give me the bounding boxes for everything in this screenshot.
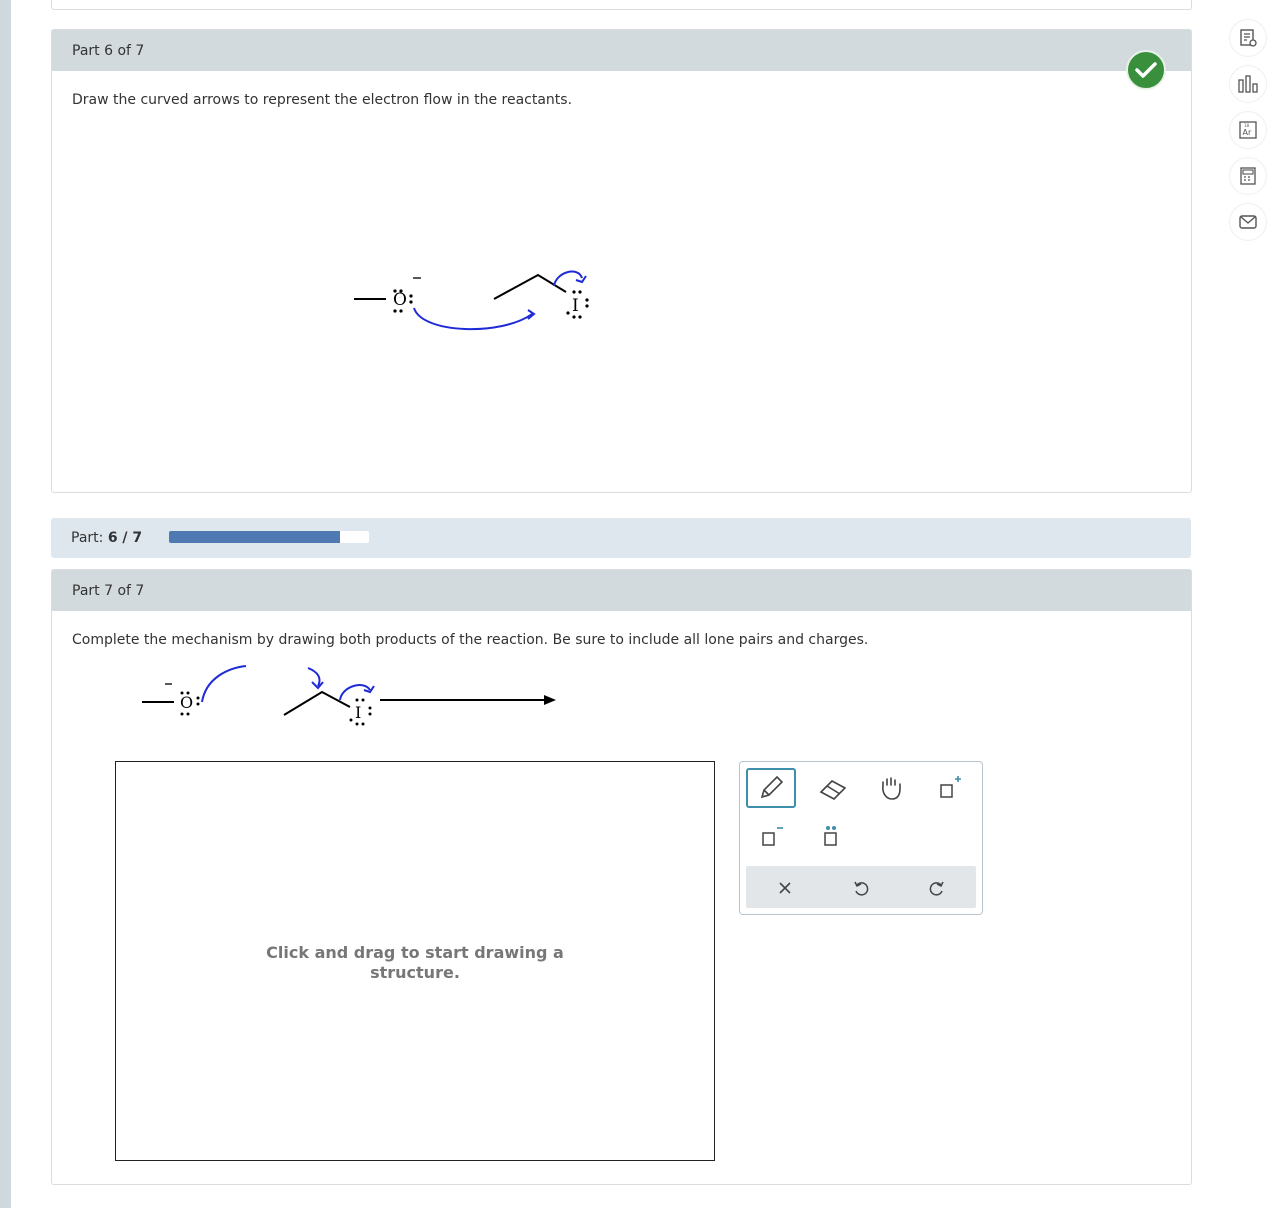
clear-icon — [779, 882, 791, 894]
explanation-button[interactable] — [1230, 20, 1266, 56]
svg-text:18: 18 — [1244, 123, 1250, 128]
part7-reaction-scheme: O I — [142, 665, 556, 726]
drawing-toolbar — [739, 761, 983, 915]
progress-fill — [169, 531, 341, 543]
pencil-icon — [760, 775, 784, 799]
part7-header: Part 7 of 7 — [52, 570, 1191, 611]
lone-pair-tool[interactable] — [806, 816, 856, 856]
curved-arrow-o-partial — [201, 665, 247, 703]
oxygen-atom: O — [393, 290, 407, 310]
periodic-table-button[interactable]: Ar 18 — [1230, 112, 1266, 148]
correct-check-icon — [1126, 50, 1166, 90]
progress-label: Part: 6 / 7 — [71, 530, 142, 546]
svg-text:Ar: Ar — [1243, 128, 1252, 137]
eraser-icon — [819, 780, 847, 800]
calculator-icon — [1240, 167, 1256, 185]
explanation-icon — [1240, 29, 1257, 47]
progress-prefix: Part: — [71, 530, 104, 546]
pencil-tool[interactable] — [746, 768, 796, 808]
message-button[interactable] — [1230, 204, 1266, 240]
chart-icon — [1238, 75, 1258, 93]
periodic-table-icon: Ar18 — [1239, 121, 1257, 139]
toolbar-actions — [746, 866, 976, 908]
part7-prompt: Complete the mechanism by drawing both p… — [72, 632, 869, 648]
previous-part-panel — [51, 0, 1192, 10]
undo-button[interactable] — [836, 868, 886, 908]
negative-charge-icon — [762, 827, 783, 846]
eraser-tool[interactable] — [808, 768, 858, 808]
curved-arrow-bond-to-i — [553, 270, 583, 287]
clear-button[interactable] — [760, 868, 810, 908]
hand-icon — [882, 777, 901, 800]
iodine-atom: I — [572, 296, 579, 316]
negative-charge-tool[interactable] — [746, 816, 796, 856]
part6-panel: Part 6 of 7 Draw the curved arrows to re… — [51, 29, 1192, 493]
progress-value: 6 / 7 — [107, 530, 143, 546]
redo-icon — [929, 881, 944, 896]
part6-prompt: Draw the curved arrows to represent the … — [72, 92, 573, 108]
part6-header: Part 6 of 7 — [52, 30, 1191, 71]
data-button[interactable] — [1230, 66, 1266, 102]
draw-hint: Click and drag to start drawing a struct… — [266, 943, 564, 982]
lone-pair-icon — [824, 826, 837, 846]
undo-icon — [854, 881, 869, 896]
part-progress: Part: 6 / 7 — [51, 518, 1191, 558]
ethyl-chain — [283, 690, 351, 716]
structure-drawing-canvas[interactable]: Click and drag to start drawing a struct… — [115, 761, 715, 1161]
hand-tool[interactable] — [866, 768, 916, 808]
progress-track — [169, 531, 369, 543]
redo-button[interactable] — [912, 868, 962, 908]
curved-arrow-o-to-c — [413, 307, 533, 331]
part6-reactant-structure: O I — [354, 270, 589, 331]
curved-arrow-bond-to-i — [339, 684, 371, 701]
calculator-button[interactable] — [1230, 158, 1266, 194]
positive-charge-icon — [940, 776, 961, 798]
iodine-atom: I — [355, 703, 361, 722]
ethyl-chain — [493, 273, 567, 300]
positive-charge-tool[interactable] — [924, 768, 974, 808]
left-rail — [0, 0, 11, 1208]
mail-icon — [1239, 215, 1257, 229]
oxygen-atom: O — [180, 693, 193, 712]
